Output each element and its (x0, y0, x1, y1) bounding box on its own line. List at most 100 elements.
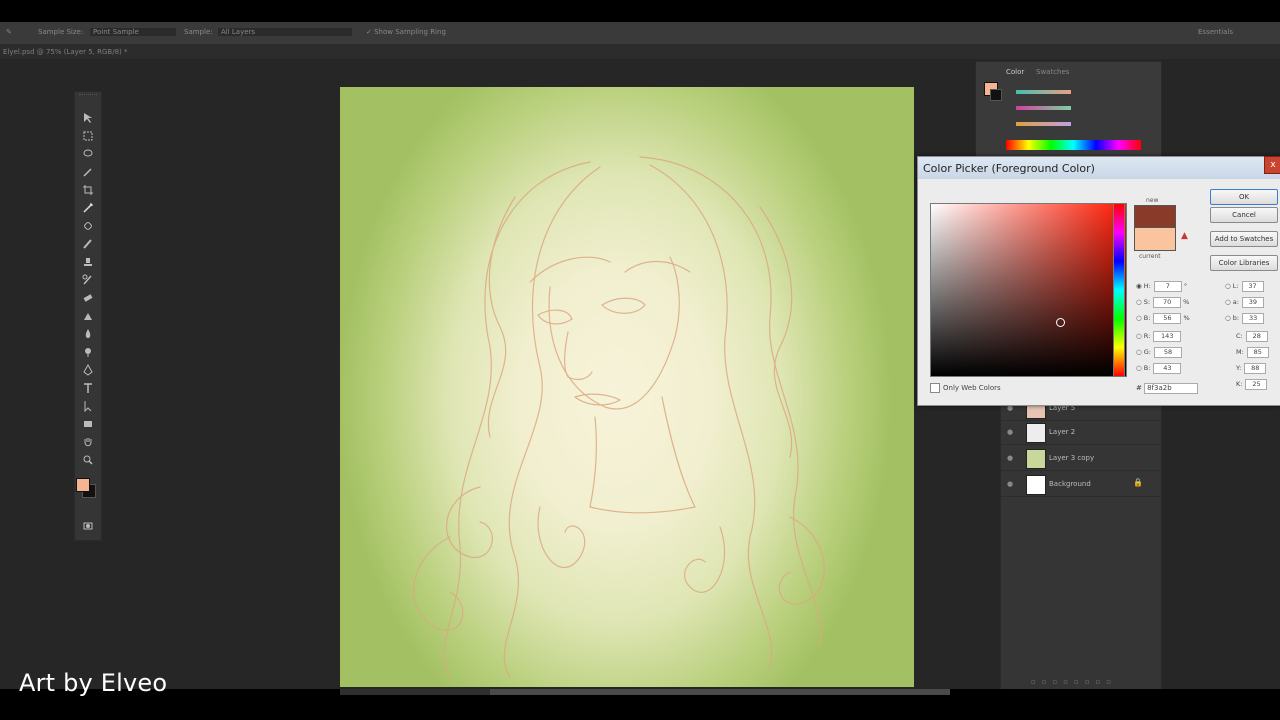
document-tab[interactable]: Elyel.psd @ 75% (Layer 5, RGB/8) * (3, 48, 128, 56)
pen-tool-icon[interactable] (81, 364, 95, 376)
eraser-tool-icon[interactable] (81, 292, 95, 304)
lab-a-input[interactable]: 39 (1241, 297, 1264, 308)
saturation-input[interactable]: 70 (1153, 297, 1182, 308)
color-field-cursor[interactable] (1056, 318, 1065, 327)
red-input[interactable]: 143 (1153, 331, 1182, 342)
green-value-row[interactable]: ○ G: 58 (1136, 347, 1182, 358)
add-to-swatches-button[interactable]: Add to Swatches (1210, 231, 1278, 247)
lab-a-row[interactable]: ○ a: 39 (1225, 297, 1264, 308)
hex-row[interactable]: # 8f3a2b (1136, 383, 1199, 394)
foreground-color-swatch[interactable] (76, 478, 90, 492)
lab-l-row[interactable]: ○ L: 37 (1225, 281, 1264, 292)
layer-row[interactable]: ● Layer 3 copy (1001, 446, 1161, 471)
hue-value-row[interactable]: ◉ H: 7 ° (1136, 281, 1187, 292)
sample-select[interactable]: All Layers (218, 28, 352, 36)
move-tool-icon[interactable] (81, 112, 95, 124)
tab-swatches[interactable]: Swatches (1036, 68, 1069, 76)
layer-row[interactable]: ● Layer 2 (1001, 420, 1161, 445)
blur-tool-icon[interactable] (81, 328, 95, 340)
lab-b-label: b: (1232, 314, 1240, 322)
sketch-drawing (413, 156, 825, 678)
color-picker-dialog: Color Picker (Foreground Color) x new cu… (917, 156, 1280, 406)
brightness-label: B: (1143, 314, 1151, 322)
gamut-warning-icon[interactable]: ▲ (1181, 231, 1188, 241)
lab-a-label: a: (1232, 298, 1239, 306)
quick-mask-icon[interactable] (81, 520, 95, 532)
cancel-button[interactable]: Cancel (1210, 207, 1278, 223)
layers-footer-icons[interactable]: ▫▫▫▫▫▫▫▫ (1031, 678, 1156, 688)
blue-input[interactable]: 43 (1153, 363, 1182, 374)
shape-tool-icon[interactable] (81, 418, 95, 430)
cmyk-y-label: Y: (1236, 364, 1242, 372)
sample-size-select[interactable]: Point Sample (90, 28, 176, 36)
color-panel-background[interactable] (990, 89, 1002, 101)
hex-input[interactable]: 8f3a2b (1144, 383, 1199, 394)
tab-color[interactable]: Color (1006, 68, 1024, 76)
eye-icon[interactable]: ● (1007, 480, 1013, 488)
history-brush-icon[interactable] (81, 274, 95, 286)
green-slider[interactable] (1016, 106, 1071, 110)
saturation-brightness-field[interactable] (930, 203, 1127, 377)
path-selection-icon[interactable] (81, 400, 95, 412)
green-input[interactable]: 58 (1153, 347, 1182, 358)
color-spectrum-ramp[interactable] (1006, 140, 1141, 150)
type-tool-icon[interactable] (81, 382, 95, 394)
cmyk-m-row: M: 85 (1236, 347, 1269, 358)
close-button[interactable]: x (1264, 156, 1280, 174)
show-sampling-ring-checkbox[interactable]: ✓ Show Sampling Ring (366, 28, 446, 36)
dialog-titlebar[interactable]: Color Picker (Foreground Color) (918, 157, 1280, 179)
new-color-preview (1134, 205, 1176, 229)
show-sampling-ring-label: Show Sampling Ring (374, 28, 446, 36)
lab-l-input[interactable]: 37 (1241, 281, 1264, 292)
healing-brush-icon[interactable] (81, 220, 95, 232)
blue-label: B: (1143, 364, 1151, 372)
lab-b-row[interactable]: ○ b: 33 (1225, 313, 1265, 324)
document-tab-bar: Elyel.psd @ 75% (Layer 5, RGB/8) * (0, 45, 1280, 59)
saturation-value-row[interactable]: ○ S: 70 % (1136, 297, 1189, 308)
gradient-tool-icon[interactable] (81, 310, 95, 322)
panel-grip[interactable] (79, 94, 97, 98)
dodge-tool-icon[interactable] (81, 346, 95, 358)
only-web-colors-checkbox[interactable]: Only Web Colors (930, 383, 1001, 393)
document-canvas[interactable] (340, 87, 914, 687)
cmyk-k-row: K: 25 (1236, 379, 1268, 390)
blue-value-row[interactable]: ○ B: 43 (1136, 363, 1182, 374)
sample-size-label: Sample Size: (38, 28, 84, 36)
brightness-unit: % (1183, 314, 1190, 322)
blue-slider[interactable] (1016, 122, 1071, 126)
eyedropper-tool-icon[interactable] (81, 202, 95, 214)
brightness-value-row[interactable]: ○ B: 56 % (1136, 313, 1190, 324)
cmyk-y-input[interactable]: 88 (1244, 363, 1267, 374)
clone-stamp-icon[interactable] (81, 256, 95, 268)
lasso-tool-icon[interactable] (81, 148, 95, 160)
layer-row[interactable]: ● Background 🔒 (1001, 472, 1161, 497)
green-label: G: (1143, 348, 1151, 356)
ok-button[interactable]: OK (1210, 189, 1278, 205)
current-color-preview[interactable] (1134, 227, 1176, 251)
lab-b-input[interactable]: 33 (1242, 313, 1265, 324)
checkbox-box[interactable] (930, 383, 940, 393)
cmyk-m-label: M: (1236, 348, 1244, 356)
workspace-switcher[interactable]: Essentials (1198, 28, 1233, 36)
red-value-row[interactable]: ○ R: 143 (1136, 331, 1182, 342)
brightness-input[interactable]: 56 (1153, 313, 1182, 324)
eyedropper-icon[interactable]: ✎ (6, 28, 12, 36)
magic-wand-icon[interactable] (81, 166, 95, 178)
hue-slider[interactable] (1113, 203, 1125, 377)
color-libraries-button[interactable]: Color Libraries (1210, 255, 1278, 271)
cmyk-m-input[interactable]: 85 (1246, 347, 1269, 358)
cmyk-k-input[interactable]: 25 (1245, 379, 1268, 390)
eye-icon[interactable]: ● (1007, 428, 1013, 436)
brush-tool-icon[interactable] (81, 238, 95, 250)
scrollbar-thumb[interactable] (490, 689, 950, 695)
cmyk-c-input[interactable]: 28 (1245, 331, 1268, 342)
marquee-tool-icon[interactable] (81, 130, 95, 142)
zoom-tool-icon[interactable] (81, 454, 95, 466)
layer-thumbnail (1026, 475, 1046, 495)
hand-tool-icon[interactable] (81, 436, 95, 448)
eye-icon[interactable]: ● (1007, 454, 1013, 462)
lab-l-label: L: (1232, 282, 1239, 290)
crop-tool-icon[interactable] (81, 184, 95, 196)
hue-input[interactable]: 7 (1153, 281, 1182, 292)
red-slider[interactable] (1016, 90, 1071, 94)
